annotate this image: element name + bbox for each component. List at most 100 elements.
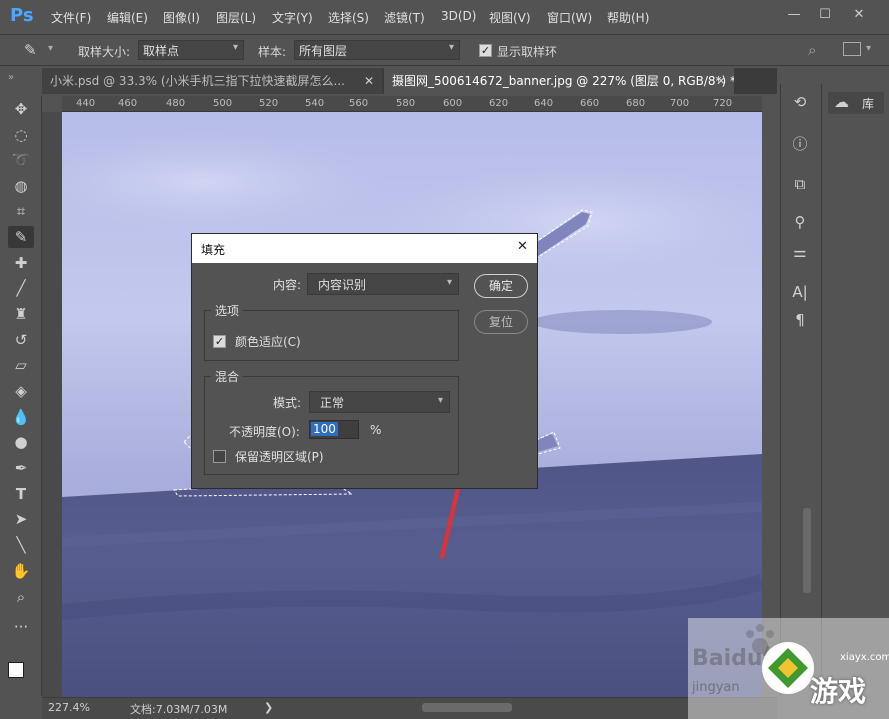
horizontal-scrollbar-thumb[interactable] [422, 703, 512, 712]
tools-panel: » ✥ ◌ ➰ ◍ ⌗ ✎ ✚ ╱ ♜ ↺ ▱ ◈ 💧 ● ✒ T ➤ ╲ ✋ … [0, 72, 42, 696]
search-icon[interactable]: ⌕ [808, 41, 816, 59]
dialog-title: 填充 [201, 243, 226, 257]
blur-tool-icon[interactable]: 💧 [8, 406, 34, 428]
ruler-tick: 480 [166, 98, 186, 109]
close-tab-icon[interactable]: ✕ [716, 68, 726, 94]
eyedropper-tool-icon[interactable]: ✎ [8, 226, 34, 248]
history-brush-tool-icon[interactable]: ↺ [8, 329, 34, 351]
ruler-tick: 620 [489, 98, 509, 109]
vertical-ruler [42, 112, 62, 697]
ruler-tick: 580 [396, 98, 416, 109]
opacity-input[interactable]: 100 [309, 420, 359, 439]
options-group: 选项 ✓ 颜色适应(C) [204, 302, 459, 361]
adjustments-panel-icon[interactable]: ⚌ [788, 240, 812, 264]
more-tools-icon[interactable]: ··· [8, 616, 34, 638]
watermark-logo-text: 游戏 [810, 675, 867, 708]
dialog-close-icon[interactable]: ✕ [517, 239, 528, 254]
eraser-tool-icon[interactable]: ▱ [8, 354, 34, 376]
color-adapt-checkbox[interactable]: ✓ [213, 335, 226, 348]
fill-dialog: 填充 ✕ 内容: 内容识别 ▾ 确定 复位 选项 ✓ 颜色适应(C) 混合 模式… [191, 233, 538, 489]
options-bar: ✎ ▾ 取样大小: 取样点 ▾ 样本: 所有图层 ▾ ✓ 显示取样环 ⌕ ▾ [0, 34, 889, 66]
brush-panel-icon[interactable]: ⚲ [788, 210, 812, 234]
mode-select[interactable]: 正常 ▾ [309, 391, 450, 413]
opacity-value: 100 [311, 422, 338, 436]
ok-button[interactable]: 确定 [474, 274, 528, 298]
menu-help[interactable]: 帮助(H) [607, 9, 649, 26]
minimize-button[interactable]: — [785, 6, 803, 24]
scrollbar-thumb[interactable] [803, 508, 811, 593]
paragraph-panel-icon[interactable]: ¶ [788, 308, 812, 332]
sample-size-select[interactable]: 取样点 ▾ [138, 40, 244, 60]
document-tabs: 小米.psd @ 33.3% (小米手机三指下拉快速截屏怎么... ✕ 摄图网_… [42, 68, 777, 94]
move-tool-icon[interactable]: ✥ [8, 98, 34, 120]
chevron-down-icon: ▾ [448, 42, 454, 53]
creative-cloud-icon: ☁ [834, 93, 849, 111]
menu-select[interactable]: 选择(S) [328, 9, 369, 26]
quick-select-tool-icon[interactable]: ◍ [8, 175, 34, 197]
menu-filter[interactable]: 滤镜(T) [384, 9, 425, 26]
brush-tool-icon[interactable]: ╱ [8, 277, 34, 299]
reset-button[interactable]: 复位 [474, 310, 528, 334]
photoshop-logo: Ps [10, 5, 34, 26]
healing-brush-tool-icon[interactable]: ✚ [8, 252, 34, 274]
menu-3d[interactable]: 3D(D) [441, 9, 476, 23]
eyedropper-icon[interactable]: ✎ [24, 41, 37, 59]
pen-tool-icon[interactable]: ✒ [8, 457, 34, 479]
menu-window[interactable]: 窗口(W) [547, 9, 592, 26]
mode-value: 正常 [320, 396, 345, 410]
hand-tool-icon[interactable]: ✋ [8, 560, 34, 582]
collapse-icon[interactable]: » [8, 72, 14, 83]
libraries-tab[interactable]: ☁ 库 [828, 92, 884, 114]
crop-tool-icon[interactable]: ⌗ [8, 200, 34, 222]
menu-file[interactable]: 文件(F) [51, 9, 91, 26]
menu-edit[interactable]: 编辑(E) [107, 9, 148, 26]
status-menu-arrow[interactable]: ❯ [264, 701, 273, 714]
tab-xiaomi-psd[interactable]: 小米.psd @ 33.3% (小米手机三指下拉快速截屏怎么... ✕ [42, 68, 382, 94]
line-tool-icon[interactable]: ╲ [8, 534, 34, 556]
zoom-level[interactable]: 227.4% [48, 701, 90, 714]
dodge-tool-icon[interactable]: ● [8, 431, 34, 453]
menu-image[interactable]: 图像(I) [163, 9, 200, 26]
game-logo-icon [762, 642, 814, 694]
close-tab-icon[interactable]: ✕ [364, 68, 374, 94]
chevron-down-icon[interactable]: ▾ [48, 43, 53, 54]
zoom-tool-icon[interactable]: ⌕ [8, 586, 34, 608]
properties-panel-icon[interactable]: ⧉ [788, 172, 812, 196]
menu-layer[interactable]: 图层(L) [216, 9, 256, 26]
ruler-tick: 540 [305, 98, 325, 109]
ruler-tick: 640 [534, 98, 554, 109]
type-tool-icon[interactable]: T [8, 483, 34, 505]
show-ring-label: 显示取样环 [497, 45, 558, 59]
panel-icon-strip: ⟲ ⓘ ⧉ ⚲ ⚌ A| ¶ [780, 84, 818, 696]
clone-stamp-tool-icon[interactable]: ♜ [8, 303, 34, 325]
content-label: 内容: [273, 278, 302, 292]
menu-type[interactable]: 文字(Y) [272, 9, 313, 26]
blend-group-label: 混合 [211, 368, 244, 385]
close-window-button[interactable]: ✕ [850, 6, 868, 24]
history-panel-icon[interactable]: ⟲ [788, 90, 812, 114]
chevron-down-icon: ▾ [446, 277, 452, 288]
preserve-transparency-checkbox[interactable] [213, 450, 226, 463]
tab-banner-jpg[interactable]: 摄图网_500614672_banner.jpg @ 227% (图层 0, R… [384, 68, 734, 94]
status-bar: 227.4% 文档:7.03M/7.03M ❯ [42, 697, 777, 719]
document-size: 文档:7.03M/7.03M [130, 703, 228, 716]
menu-view[interactable]: 视图(V) [489, 9, 531, 26]
sample-size-value: 取样点 [143, 44, 180, 58]
tab-label: 摄图网_500614672_banner.jpg @ 227% (图层 0, R… [392, 74, 734, 88]
foreground-color-swatch[interactable] [8, 662, 24, 678]
sample-select[interactable]: 所有图层 ▾ [294, 40, 460, 60]
character-panel-icon[interactable]: A| [788, 280, 812, 304]
show-ring-checkbox[interactable]: ✓ [479, 44, 492, 57]
paint-bucket-tool-icon[interactable]: ◈ [8, 380, 34, 402]
workspace-icon[interactable] [843, 42, 861, 56]
chevron-down-icon[interactable]: ▾ [866, 43, 871, 54]
ruler-tick: 440 [76, 98, 96, 109]
path-select-tool-icon[interactable]: ➤ [8, 508, 34, 530]
lasso-tool-icon[interactable]: ➰ [8, 149, 34, 171]
marquee-tool-icon[interactable]: ◌ [8, 124, 34, 146]
info-panel-icon[interactable]: ⓘ [788, 132, 812, 156]
maximize-button[interactable]: ☐ [816, 6, 834, 24]
ruler-tick: 660 [580, 98, 600, 109]
content-select[interactable]: 内容识别 ▾ [307, 273, 459, 295]
watermark: Baidu经验 jingyan xiayx.com 游戏 [688, 618, 889, 719]
